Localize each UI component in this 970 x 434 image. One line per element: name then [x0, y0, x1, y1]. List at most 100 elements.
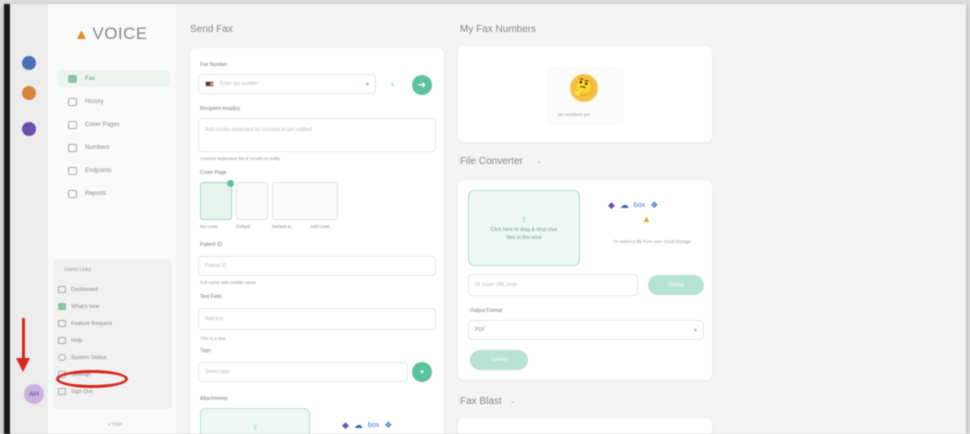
text-field-label: Text Field	[200, 294, 222, 300]
patient-id-help: Full name with middle name	[200, 280, 257, 285]
cover-page-default[interactable]	[236, 182, 268, 220]
dashboard-icon	[58, 286, 66, 293]
recipient-email-input[interactable]: Add emails separated by commas to get no…	[198, 118, 436, 152]
link-whats-new[interactable]: What's new	[58, 303, 99, 310]
collapse-sidebar-link[interactable]: « Hide	[108, 422, 122, 428]
url-input[interactable]: Or paste URL here	[468, 274, 638, 296]
tags-label: Tags	[200, 348, 211, 354]
sidebar-item-fax[interactable]: Fax	[58, 70, 170, 87]
link-help[interactable]: Help	[58, 337, 82, 344]
fax-blast-card	[458, 418, 712, 434]
text-field-help: This is a text	[200, 336, 226, 341]
annotation-arrow-shaft	[22, 318, 25, 360]
plus-icon[interactable]: +	[390, 80, 395, 89]
box-icon[interactable]: box	[634, 202, 645, 209]
fax-number-placeholder: Enter fax number	[220, 81, 259, 87]
patient-id-input[interactable]: Patient ID	[198, 256, 436, 276]
text-field-input[interactable]: Add text	[198, 308, 436, 330]
useful-links: Useful Links Dashboard What's new Featur…	[54, 259, 172, 409]
dropbox-icon[interactable]: ❖	[650, 200, 658, 211]
account-icon-3[interactable]	[22, 122, 36, 136]
phone-icon	[68, 143, 77, 152]
patient-id-label: Patient ID	[200, 242, 222, 248]
file-dropzone[interactable]: ⇪ Click here or drag & drop your files i…	[468, 190, 580, 266]
lightbulb-icon	[58, 320, 66, 327]
chevron-down-icon[interactable]: ⌄	[510, 397, 516, 405]
upload-icon: ⇪	[520, 214, 528, 224]
settings-highlight-circle	[56, 370, 128, 388]
google-drive-icon[interactable]: ◆	[342, 420, 349, 431]
sign-out-icon	[58, 388, 66, 395]
upload-url-button[interactable]: Upload	[648, 275, 704, 295]
recipient-label: Recipient email(s)	[200, 106, 241, 112]
cover-page-no-cover[interactable]	[200, 180, 234, 220]
link-dashboard[interactable]: Dashboard	[58, 286, 98, 293]
dropbox-icon[interactable]: ❖	[384, 420, 392, 431]
account-icon-2[interactable]	[22, 86, 36, 100]
cover-page-label-1: Default	[236, 224, 251, 229]
chevron-down-icon[interactable]: ⌄	[536, 157, 542, 165]
google-drive-color-icon[interactable]: ▲	[642, 214, 651, 224]
selected-check-icon	[227, 180, 234, 187]
tags-dropdown-button[interactable]: ▾	[412, 362, 432, 382]
send-button[interactable]: ➜	[412, 75, 432, 95]
sidebar-item-endpoints[interactable]: Endpoints	[58, 162, 170, 179]
sparkle-icon	[58, 303, 66, 310]
logo-text: VOICE	[92, 24, 148, 43]
cover-page-label-2: Default w...	[272, 224, 295, 229]
fax-number-field[interactable]: Enter fax number ▾	[198, 74, 376, 94]
link-feature-request[interactable]: Feature Request	[58, 320, 112, 327]
fax-number-label: Fax Number	[200, 62, 228, 68]
link-label: Feature Request	[71, 320, 112, 327]
chevron-down-icon: ▾	[420, 369, 424, 376]
my-fax-numbers-title: My Fax Numbers	[460, 24, 537, 35]
link-label: Dashboard	[71, 286, 98, 293]
fax-blast-title: Fax Blast	[460, 396, 502, 407]
sidebar-item-label: History	[85, 98, 104, 105]
avatar[interactable]: AH	[24, 384, 44, 404]
sidebar: ▲ VOICE Fax History Cover Pages Numbers E…	[48, 4, 176, 434]
cover-page-label: Cover Page	[200, 170, 227, 176]
status-icon	[58, 354, 66, 361]
link-label: Help	[71, 337, 83, 344]
link-label: System Status	[71, 354, 107, 361]
box-icon[interactable]: box	[368, 422, 379, 429]
attachment-cloud-icons: ◆ ☁ box ❖	[342, 420, 392, 431]
link-sign-out[interactable]: Sign Out	[58, 388, 92, 395]
file-converter-card: ⇪ Click here or drag & drop your files i…	[458, 180, 712, 380]
sidebar-item-cover-pages[interactable]: Cover Pages	[58, 116, 170, 133]
logo: ▲ VOICE	[74, 24, 148, 44]
converter-cloud-icons: ◆ ☁ box ❖	[608, 200, 658, 211]
attachments-dropzone[interactable]: ⇪	[200, 408, 310, 434]
empty-state-text: No numbers yet	[558, 112, 590, 117]
document-icon	[68, 120, 77, 129]
convert-button[interactable]: Convert	[470, 350, 528, 370]
output-format-select[interactable]: PDF ▾	[468, 320, 704, 340]
file-converter-title: File Converter	[460, 156, 523, 167]
us-flag-icon	[205, 81, 214, 87]
link-label: Sign Out	[71, 388, 93, 395]
link-label: What's new	[71, 303, 100, 310]
onedrive-icon[interactable]: ☁	[620, 200, 629, 211]
sidebar-item-history[interactable]: History	[58, 93, 170, 110]
annotation-arrow-icon	[16, 358, 30, 372]
tags-input[interactable]: Select tags	[198, 362, 408, 382]
google-drive-icon[interactable]: ◆	[608, 200, 615, 211]
sidebar-item-label: Endpoints	[85, 167, 112, 174]
recipient-help-text: Comma separated list of emails to notify	[200, 156, 281, 161]
account-icon-1[interactable]	[22, 56, 36, 70]
empty-state: 🤔 No numbers yet	[546, 66, 624, 126]
sidebar-item-reports[interactable]: Reports	[58, 185, 170, 202]
sidebar-item-label: Reports	[85, 190, 107, 197]
send-fax-title: Send Fax	[190, 24, 233, 35]
cover-page-label-3: Add Cove...	[310, 224, 334, 229]
sidebar-item-numbers[interactable]: Numbers	[58, 139, 170, 156]
my-fax-numbers-card: 🤔 No numbers yet	[458, 46, 712, 142]
report-icon	[68, 189, 77, 198]
onedrive-icon[interactable]: ☁	[354, 420, 363, 431]
help-icon	[58, 337, 66, 344]
dropzone-text: Click here or drag & drop your files in …	[490, 227, 558, 242]
link-system-status[interactable]: System Status	[58, 354, 106, 361]
attachments-label: Attachments	[200, 396, 228, 402]
cover-page-default-w[interactable]	[272, 182, 338, 220]
